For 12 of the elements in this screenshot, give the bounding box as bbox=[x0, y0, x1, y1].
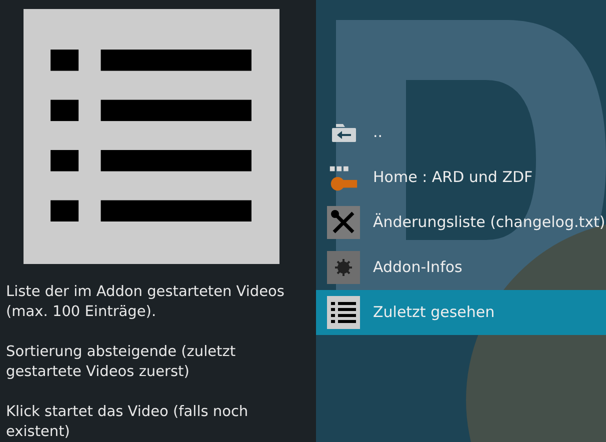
list-item[interactable]: Addon-Infos bbox=[316, 245, 606, 290]
list-item[interactable]: .. bbox=[316, 110, 606, 155]
list-item[interactable]: Zuletzt gesehen bbox=[316, 290, 606, 335]
list-item[interactable]: Home : ARD und ZDF bbox=[316, 155, 606, 200]
gear-icon bbox=[327, 251, 360, 284]
logo-icon bbox=[327, 164, 360, 192]
tools-icon bbox=[327, 206, 360, 239]
description-text: Sortierung absteigende (zuletzt gestartete Videos zuerst) bbox=[6, 343, 237, 382]
list-item[interactable]: Änderungsliste (changelog.txt) bbox=[316, 200, 606, 245]
description-text: Liste der im Addon gestarteten Videos (max. 100 Einträge). bbox=[6, 283, 286, 322]
description-text: Klick startet das Video (falls noch existent) bbox=[6, 403, 250, 442]
list-icon bbox=[327, 296, 360, 329]
